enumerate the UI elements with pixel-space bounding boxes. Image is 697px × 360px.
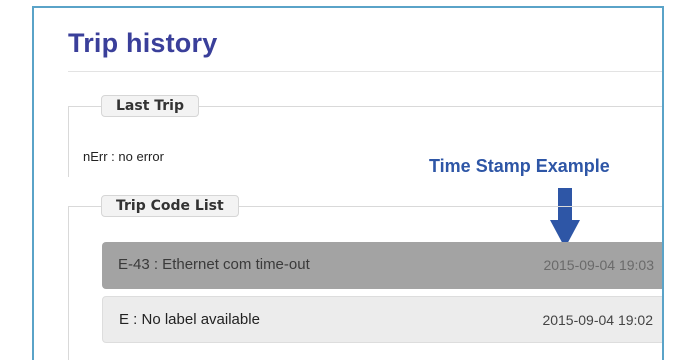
last-trip-legend: Last Trip xyxy=(101,95,200,117)
app-frame: Trip history Last Trip nErr : no error T… xyxy=(32,6,664,360)
trip-code-row[interactable]: E-43 : Ethernet com time-out 2015-09-04 … xyxy=(102,242,662,289)
trip-code-label: E : No label available xyxy=(119,311,260,328)
last-trip-status: nErr : no error xyxy=(83,149,164,164)
time-stamp-annotation: Time Stamp Example xyxy=(429,156,610,176)
page-title: Trip history xyxy=(68,28,218,58)
trip-code-list-legend: Trip Code List xyxy=(101,195,239,217)
title-divider xyxy=(68,71,662,72)
trip-code-timestamp: 2015-09-04 19:02 xyxy=(542,312,653,328)
trip-code-timestamp: 2015-09-04 19:03 xyxy=(543,257,654,273)
trip-code-label: E-43 : Ethernet com time-out xyxy=(118,256,310,273)
trip-code-row[interactable]: E : No label available 2015-09-04 19:02 xyxy=(102,296,662,343)
